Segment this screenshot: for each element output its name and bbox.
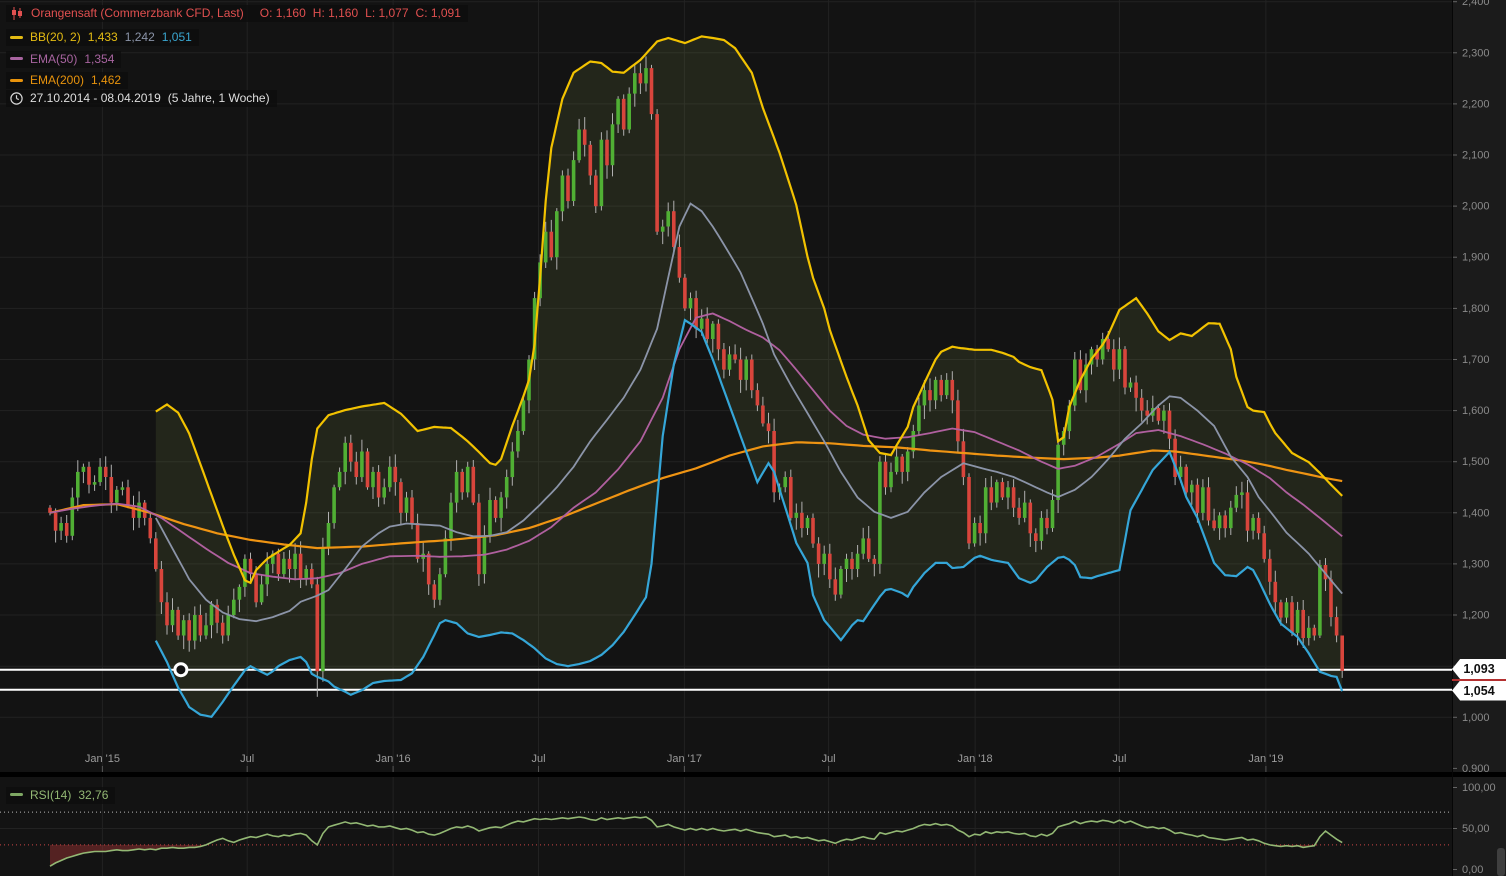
x-axis-label[interactable]: Jan '18 bbox=[958, 753, 993, 765]
y-axis-label[interactable]: 2,000 bbox=[1462, 201, 1490, 213]
y-axis-label[interactable]: 1,000 bbox=[1462, 712, 1490, 724]
legend-row-bb[interactable]: BB(20, 2) 1,433 1,242 1,051 bbox=[6, 26, 468, 47]
x-axis-label[interactable]: Jul bbox=[822, 753, 836, 765]
price-tag-upper-label: 1,093 bbox=[1463, 662, 1494, 676]
y-axis-label[interactable]: 1,600 bbox=[1462, 405, 1490, 417]
price-tag-lower-label: 1,054 bbox=[1463, 684, 1494, 698]
hline-drag-handle[interactable] bbox=[175, 664, 187, 676]
ema50-label: EMA(50) bbox=[30, 52, 77, 66]
y-axis-label[interactable]: 1,900 bbox=[1462, 252, 1490, 264]
x-axis-label[interactable]: Jan '16 bbox=[376, 753, 411, 765]
rsi-label: RSI(14) bbox=[30, 788, 71, 802]
rsi-plot-area[interactable] bbox=[0, 777, 1452, 876]
scrollbar-thumb[interactable] bbox=[1497, 848, 1505, 876]
ohlc-low: L: 1,077 bbox=[365, 6, 408, 20]
ema200-value: 1,462 bbox=[91, 73, 121, 87]
chart-window: 0,9001,0001,1001,2001,3001,4001,5001,600… bbox=[0, 0, 1506, 876]
bb-middle-value: 1,242 bbox=[125, 30, 155, 44]
price-axis-border bbox=[1452, 0, 1453, 876]
ohlc-open: O: 1,160 bbox=[260, 6, 306, 20]
y-axis-label[interactable]: 1,800 bbox=[1462, 303, 1490, 315]
y-axis-label[interactable]: 2,200 bbox=[1462, 98, 1490, 110]
clock-icon bbox=[10, 92, 23, 105]
chart-canvas[interactable]: 0,9001,0001,1001,2001,3001,4001,5001,600… bbox=[0, 0, 1506, 876]
legend-row-daterange[interactable]: 27.10.2014 - 08.04.2019 (5 Jahre, 1 Woch… bbox=[6, 90, 468, 110]
date-range: 27.10.2014 - 08.04.2019 bbox=[30, 91, 161, 105]
legend-row-ema50[interactable]: EMA(50) 1,354 bbox=[6, 47, 468, 68]
candlestick-icon bbox=[10, 7, 24, 20]
rsi-dash-icon bbox=[10, 793, 23, 796]
y-axis-label[interactable]: 2,400 bbox=[1462, 0, 1490, 8]
rsi-axis-label[interactable]: 0,00 bbox=[1462, 864, 1483, 876]
ema50-value: 1,354 bbox=[84, 52, 114, 66]
bb-lower-value: 1,051 bbox=[162, 30, 192, 44]
x-axis-label[interactable]: Jan '15 bbox=[85, 753, 120, 765]
y-axis-label[interactable]: 1,300 bbox=[1462, 558, 1490, 570]
rsi-value: 32,76 bbox=[78, 788, 108, 802]
ema200-dash-icon bbox=[10, 79, 23, 82]
legend-row-instrument[interactable]: Orangensaft (Commerzbank CFD, Last) O: 1… bbox=[6, 5, 468, 25]
y-axis-label[interactable]: 2,300 bbox=[1462, 47, 1490, 59]
legend-row-ema200[interactable]: EMA(200) 1,462 bbox=[6, 69, 468, 90]
rsi-axis-label[interactable]: 50,00 bbox=[1462, 823, 1490, 835]
x-axis-label[interactable]: Jul bbox=[240, 753, 254, 765]
y-axis-label[interactable]: 1,400 bbox=[1462, 507, 1490, 519]
instrument-title: Orangensaft (Commerzbank CFD, Last) bbox=[31, 6, 244, 20]
ohlc-high: H: 1,160 bbox=[313, 6, 358, 20]
price-tag-lower: 1,054 bbox=[1452, 681, 1506, 701]
date-range-detail: (5 Jahre, 1 Woche) bbox=[168, 91, 270, 105]
ema50-dash-icon bbox=[10, 57, 23, 60]
price-tag-upper: 1,093 bbox=[1452, 659, 1506, 679]
x-axis-label[interactable]: Jul bbox=[531, 753, 545, 765]
ema200-label: EMA(200) bbox=[30, 73, 84, 87]
chart-legend: Orangensaft (Commerzbank CFD, Last) O: 1… bbox=[6, 5, 468, 111]
x-axis-label[interactable]: Jan '17 bbox=[667, 753, 702, 765]
y-axis-label[interactable]: 1,700 bbox=[1462, 354, 1490, 366]
panel-separator[interactable] bbox=[0, 772, 1506, 777]
ohlc-close: C: 1,091 bbox=[416, 6, 461, 20]
y-axis-label[interactable]: 1,500 bbox=[1462, 456, 1490, 468]
rsi-axis-label[interactable]: 100,00 bbox=[1462, 782, 1496, 794]
rsi-legend[interactable]: RSI(14) 32,76 bbox=[6, 783, 115, 804]
y-axis-label[interactable]: 1,200 bbox=[1462, 610, 1490, 622]
bb-label: BB(20, 2) bbox=[30, 30, 81, 44]
x-axis-label[interactable]: Jan '19 bbox=[1248, 753, 1283, 765]
x-axis-label[interactable]: Jul bbox=[1112, 753, 1126, 765]
bb-dash-icon bbox=[10, 36, 23, 39]
bb-upper-value: 1,433 bbox=[88, 30, 118, 44]
y-axis-label[interactable]: 2,100 bbox=[1462, 150, 1490, 162]
